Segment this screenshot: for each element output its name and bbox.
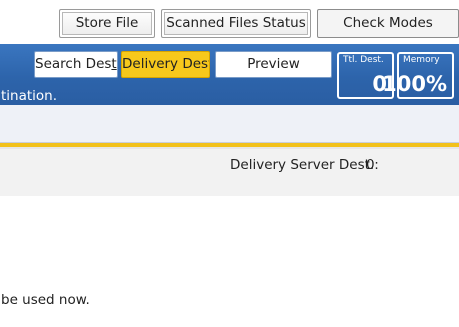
total-destinations-label: Ttl. Dest. — [343, 55, 384, 65]
destination-field[interactable] — [0, 105, 459, 143]
delivery-server-row: Delivery Server Dest.: 0 — [0, 149, 459, 196]
destination-header: Search Dest. Delivery Dest. Preview Ttl.… — [0, 44, 459, 105]
search-dest-label: Search Dest. — [35, 56, 117, 72]
status-message: be used now. — [1, 292, 90, 308]
message-area: be used now. — [0, 196, 459, 327]
memory-counter: Memory 100% — [382, 52, 454, 99]
preview-button[interactable]: Preview — [215, 51, 332, 78]
memory-value: 100% — [382, 72, 447, 96]
delivery-dest-tab[interactable]: Delivery Dest. — [121, 51, 210, 78]
delivery-server-count: 0 — [366, 157, 375, 173]
tab-store-file[interactable]: Store File — [59, 9, 155, 38]
top-tab-bar: Store File Scanned Files Status Check Mo… — [0, 0, 459, 44]
header-message: tination. — [1, 88, 58, 104]
tab-scanned-files-status[interactable]: Scanned Files Status — [161, 9, 311, 38]
delivery-server-label: Delivery Server Dest.: — [230, 157, 379, 173]
search-dest-tab[interactable]: Search Dest. — [34, 51, 118, 78]
tab-check-modes[interactable]: Check Modes — [317, 9, 459, 38]
memory-label: Memory — [403, 55, 440, 65]
